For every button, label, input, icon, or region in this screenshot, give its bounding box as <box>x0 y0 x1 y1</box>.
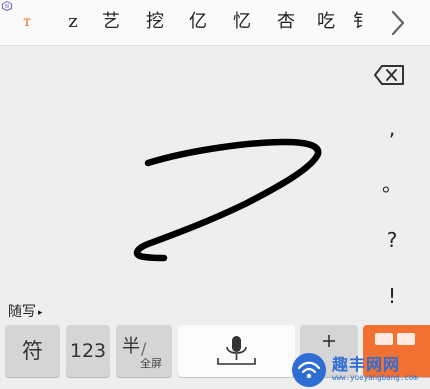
exclamation-key[interactable]: ! <box>372 278 412 314</box>
space-key[interactable] <box>178 325 295 377</box>
watermark-url: www.yueyangbang.com <box>332 373 418 382</box>
candidate-item[interactable]: 亿 <box>183 9 213 35</box>
watermark: 趣丰网网 www.yueyangbang.com <box>288 346 430 389</box>
watermark-title: 趣丰网网 <box>332 355 401 374</box>
candidate-bar: т z 艺 挖 亿 忆 杏 吃 钅 <box>0 0 430 46</box>
triangle-right-icon: ▸ <box>38 308 43 318</box>
half-label: 半 <box>122 336 140 357</box>
candidate-item[interactable]: 钅 <box>347 9 377 35</box>
chevron-right-icon[interactable] <box>383 6 413 40</box>
handwriting-mode-selector[interactable]: 随写 ▸ <box>8 301 43 321</box>
candidate-item[interactable]: 挖 <box>140 9 170 35</box>
candidate-item[interactable]: 吃 <box>311 9 341 35</box>
candidate-item[interactable]: 艺 <box>96 9 126 35</box>
numbers-key[interactable]: 123 <box>66 325 110 377</box>
period-key[interactable]: 。 <box>372 166 412 202</box>
mode-label-text: 随写 <box>8 304 36 320</box>
fullscreen-label: 全屏 <box>140 357 162 370</box>
candidate-item[interactable]: т <box>12 9 42 35</box>
wifi-logo-icon <box>292 353 326 387</box>
handwriting-stroke <box>133 138 322 262</box>
backspace-icon[interactable] <box>372 60 408 90</box>
question-key[interactable]: ? <box>372 222 412 258</box>
comma-key[interactable]: , <box>372 110 412 146</box>
candidate-item[interactable]: 忆 <box>227 9 257 35</box>
half-fullscreen-key[interactable]: 半 / 全屏 <box>116 325 172 377</box>
candidate-item[interactable]: z <box>58 9 88 35</box>
symbol-key[interactable]: 符 <box>5 325 60 377</box>
candidate-item[interactable]: 杏 <box>271 9 301 35</box>
handwriting-canvas[interactable] <box>0 46 365 298</box>
candidate-list: т z 艺 挖 亿 忆 杏 吃 钅 <box>0 0 380 46</box>
microphone-icon <box>217 336 256 365</box>
